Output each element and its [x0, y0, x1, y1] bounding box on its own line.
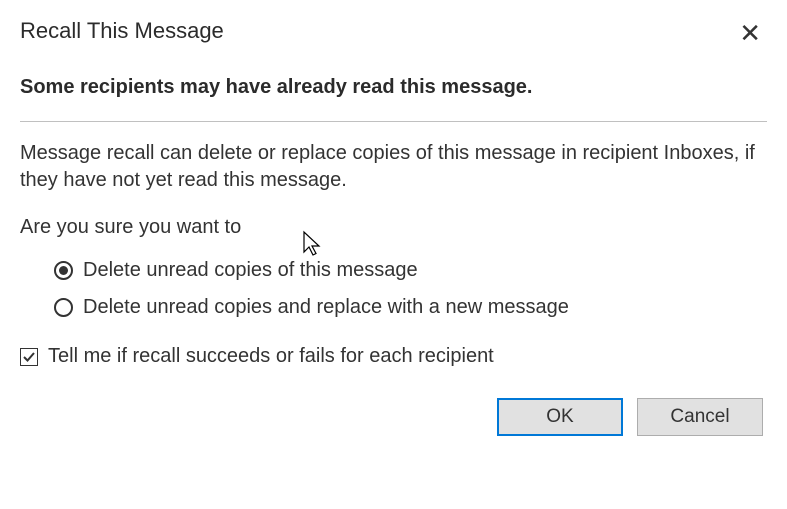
recall-message-dialog: Recall This Message ✕ Some recipients ma…	[0, 0, 787, 509]
radio-label: Delete unread copies of this message	[83, 259, 418, 282]
dialog-buttons: OK Cancel	[20, 398, 767, 436]
checkbox-icon	[20, 348, 38, 366]
radio-delete-unread[interactable]: Delete unread copies of this message	[54, 259, 767, 282]
confirmation-prompt: Are you sure you want to	[20, 216, 767, 239]
dialog-description: Message recall can delete or replace cop…	[20, 140, 767, 194]
separator	[20, 121, 767, 122]
cancel-button[interactable]: Cancel	[637, 398, 763, 436]
radio-icon	[54, 298, 73, 317]
close-button[interactable]: ✕	[733, 18, 767, 48]
recall-options-group: Delete unread copies of this message Del…	[54, 259, 767, 319]
ok-button[interactable]: OK	[497, 398, 623, 436]
radio-label: Delete unread copies and replace with a …	[83, 296, 569, 319]
close-icon: ✕	[739, 18, 761, 48]
notify-recall-status-checkbox[interactable]: Tell me if recall succeeds or fails for …	[20, 345, 767, 368]
radio-delete-replace[interactable]: Delete unread copies and replace with a …	[54, 296, 767, 319]
checkbox-label: Tell me if recall succeeds or fails for …	[48, 345, 494, 368]
dialog-heading: Some recipients may have already read th…	[20, 76, 767, 99]
dialog-title: Recall This Message	[20, 18, 224, 44]
radio-icon	[54, 261, 73, 280]
titlebar: Recall This Message ✕	[20, 18, 767, 48]
